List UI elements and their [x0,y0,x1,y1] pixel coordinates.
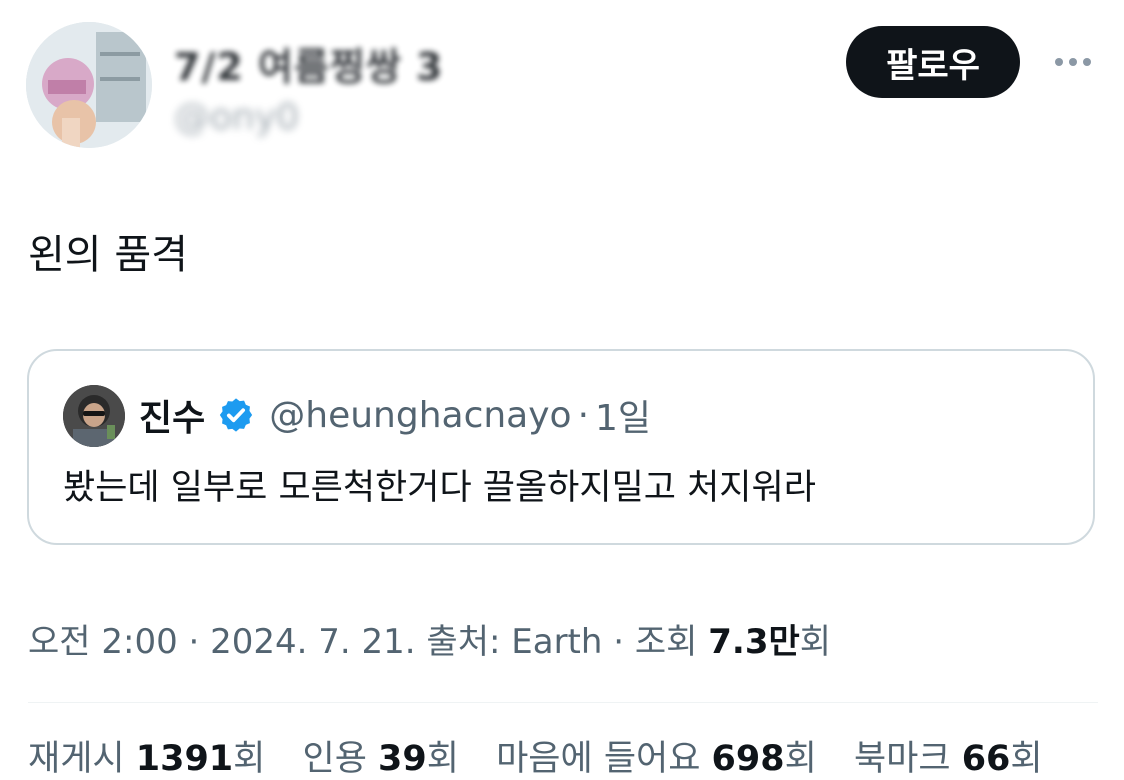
quoted-avatar-image [63,385,125,447]
stat-label: 재게시 [28,739,136,779]
more-dot [1055,58,1063,66]
stat-likes[interactable]: 마음에 들어요 698회 [496,730,817,780]
quoted-tweet-text: 봤는데 일부로 모른척한거다 끌올하지밀고 처지워라 [63,468,816,508]
views-count: 7.3만 [708,622,800,662]
stat-bookmarks[interactable]: 북마크 66회 [854,730,1043,780]
stat-value: 698 [711,739,785,779]
stat-label: 인용 [302,739,379,779]
quoted-tweet-header: 진수 @heunghacnayo · 1일 [139,389,651,441]
author-display-name[interactable]: 7/2 여름찡쌍 3 [174,36,594,91]
stat-suffix: 회 [426,739,459,779]
more-options-icon[interactable] [1048,42,1098,82]
separator-dot: · [577,394,590,436]
tweet-text: 왼의 품격 [28,232,188,278]
tweet-meta: 오전 2:00 · 2024. 7. 21. 출처: Earth · 조회 7.… [28,614,831,663]
follow-button[interactable]: 팔로우 [846,26,1020,98]
tweet-detail-page: 7/2 여름찡쌍 3 @ony0 팔로우 왼의 품격 진수 @heunghacn… [0,0,1124,780]
quoted-author-avatar[interactable] [63,385,125,447]
stat-value: 39 [378,739,427,779]
tweet-date[interactable]: 2024. 7. 21. [210,622,415,662]
quoted-author-name[interactable]: 진수 [139,389,205,441]
stat-value: 1391 [135,739,234,779]
stat-reposts[interactable]: 재게시 1391회 [28,730,265,780]
stat-quotes[interactable]: 인용 39회 [303,730,459,780]
divider [28,702,1098,703]
meta-separator: · [177,622,211,662]
tweet-time[interactable]: 오전 2:00 [28,622,178,662]
stat-suffix: 회 [784,739,817,779]
quoted-tweet-time[interactable]: 1일 [595,389,651,441]
stat-suffix: 회 [1010,739,1043,779]
views-label: 조회 [634,622,709,662]
quoted-author-handle[interactable]: @heunghacnayo [269,395,571,436]
verified-badge-icon [217,396,255,434]
author-handle[interactable]: @ony0 [174,97,594,138]
engagement-stats: 재게시 1391회 인용 39회 마음에 들어요 698회 북마크 66회 [28,730,1069,780]
more-dot [1083,58,1091,66]
source-prefix: 출처: [415,622,512,662]
stat-label: 북마크 [853,739,962,779]
quoted-tweet-card[interactable]: 진수 @heunghacnayo · 1일 봤는데 일부로 모른척한거다 끌올하… [27,349,1095,545]
tweet-source: Earth [511,622,603,662]
meta-separator: · [602,622,635,662]
stat-value: 66 [961,739,1011,779]
stat-label: 마음에 들어요 [496,739,712,779]
views-suffix: 회 [799,622,832,662]
tweet-header: 7/2 여름찡쌍 3 @ony0 팔로우 [26,22,1098,148]
author-info: 7/2 여름찡쌍 3 @ony0 [174,36,594,138]
author-avatar[interactable] [26,22,152,148]
more-dot [1069,58,1077,66]
stat-suffix: 회 [233,739,266,779]
avatar-image [26,22,152,148]
